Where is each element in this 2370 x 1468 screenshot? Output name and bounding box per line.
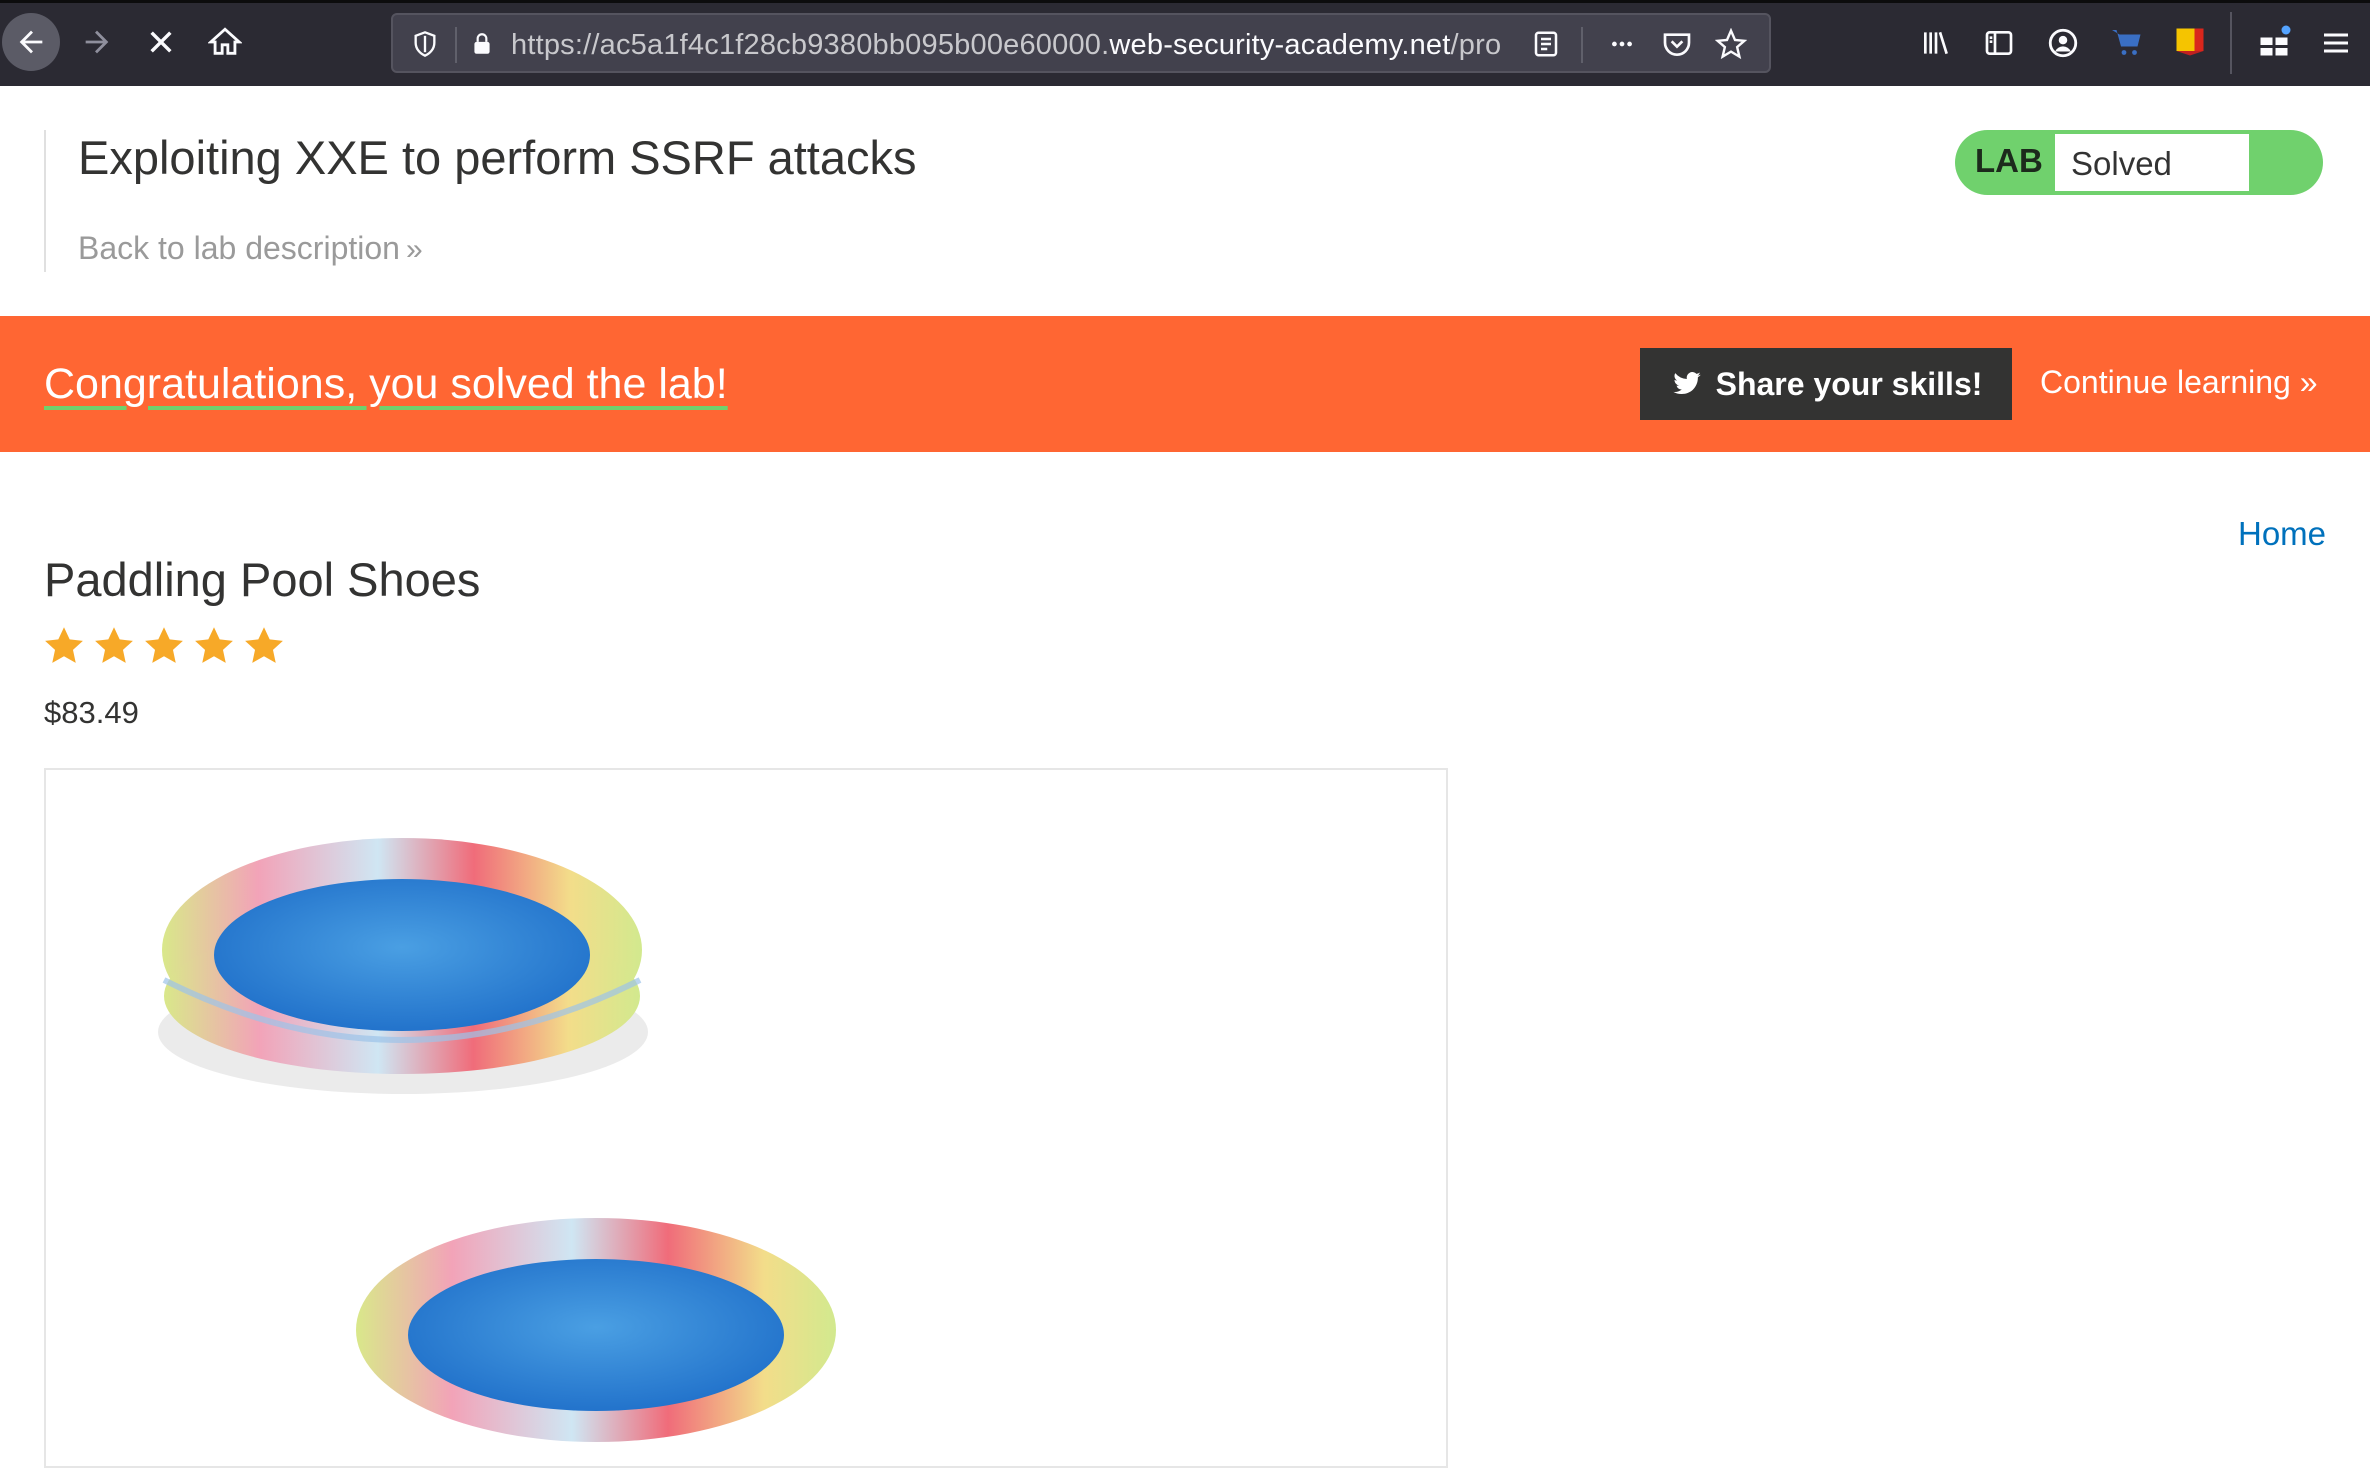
sidebar-icon[interactable] — [1982, 27, 2016, 59]
product-name: Paddling Pool Shoes — [44, 553, 481, 606]
url-text[interactable]: https://ac5a1f4c1f28cb9380bb095b00e60000… — [511, 29, 1511, 62]
account-icon[interactable] — [2046, 26, 2080, 60]
product-price: $83.49 — [44, 695, 139, 730]
more-actions-icon[interactable] — [1605, 31, 1639, 57]
home-link[interactable]: Home — [2238, 515, 2326, 553]
arrow-right-icon — [85, 30, 109, 54]
url-divider — [455, 27, 457, 63]
url-prefix: https://ac5a1f4c1f28cb9380bb095b00e60000… — [511, 29, 1110, 61]
flag-extension-icon[interactable] — [2172, 24, 2208, 60]
star-icon — [45, 627, 83, 663]
lock-icon[interactable] — [469, 29, 495, 59]
twitter-icon — [1672, 372, 1701, 395]
url-divider — [1581, 27, 1583, 63]
star-icon — [95, 627, 133, 663]
reader-view-icon[interactable] — [1531, 28, 1561, 60]
close-icon — [150, 31, 172, 53]
congratulations-message: Congratulations, you solved the lab! — [44, 360, 728, 408]
lab-title: Exploiting XXE to perform SSRF attacks — [78, 131, 917, 184]
back-button[interactable] — [2, 13, 60, 71]
lab-status-label: LAB — [1975, 142, 2043, 179]
share-skills-button[interactable]: Share your skills! — [1640, 348, 2012, 420]
star-icon — [195, 627, 233, 663]
home-button[interactable] — [196, 13, 254, 71]
double-chevron-right-icon: » — [405, 233, 423, 266]
product-rating — [42, 624, 286, 668]
solved-banner: Congratulations, you solved the lab! Sha… — [0, 316, 2370, 452]
cart-extension-icon[interactable] — [2108, 24, 2146, 60]
bookmark-star-icon[interactable] — [1715, 28, 1747, 60]
gift-icon[interactable] — [2256, 24, 2292, 60]
lab-status-value: Solved — [2055, 134, 2249, 191]
paddling-pool-image — [158, 838, 836, 1442]
arrow-left-icon — [19, 30, 43, 54]
url-domain: web-security-academy.net — [1109, 29, 1451, 61]
stop-button[interactable] — [132, 13, 190, 71]
pocket-icon[interactable] — [1661, 28, 1693, 60]
continue-learning-link[interactable]: Continue learning » — [2040, 364, 2318, 401]
tab-strip-edge — [0, 0, 2370, 3]
back-to-description-link[interactable]: Back to lab description» — [78, 230, 423, 267]
forward-button[interactable] — [68, 13, 126, 71]
url-bar[interactable]: https://ac5a1f4c1f28cb9380bb095b00e60000… — [391, 13, 1771, 73]
share-skills-label: Share your skills! — [1715, 365, 1983, 402]
menu-icon[interactable] — [2320, 27, 2352, 59]
continue-learning-label: Continue learning — [2040, 364, 2291, 400]
toolbar-divider — [2230, 12, 2232, 74]
url-suffix: /pro — [1450, 29, 1502, 61]
double-chevron-right-icon: » — [2299, 364, 2318, 400]
browser-toolbar: https://ac5a1f4c1f28cb9380bb095b00e60000… — [0, 0, 2370, 86]
library-icon[interactable] — [1918, 27, 1954, 59]
lab-status-badge: LAB Solved — [1955, 130, 2323, 195]
star-icon — [145, 627, 183, 663]
back-link-label: Back to lab description — [78, 230, 400, 266]
product-image — [44, 768, 1448, 1468]
star-icon — [245, 627, 283, 663]
home-icon — [208, 27, 242, 55]
shield-icon[interactable] — [411, 29, 439, 59]
